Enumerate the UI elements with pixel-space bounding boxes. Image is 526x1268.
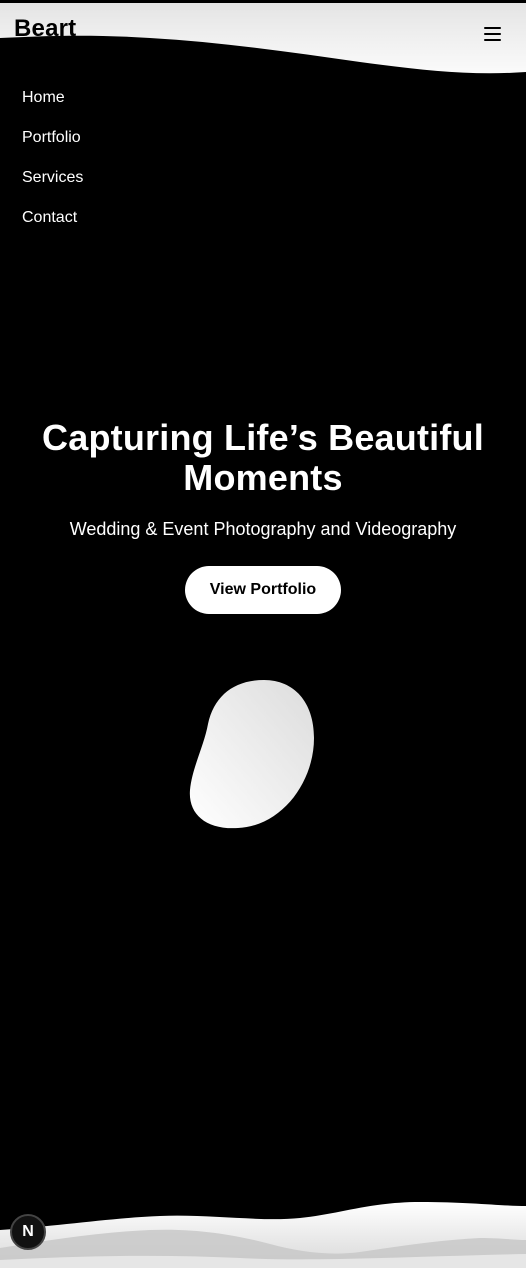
menu-line	[484, 39, 501, 41]
nav-menu: Home Portfolio Services Contact	[22, 86, 83, 246]
menu-line	[484, 33, 501, 35]
header-wave	[0, 0, 526, 74]
nav-item-home: Home	[22, 86, 83, 126]
nav-item-services: Services	[22, 166, 83, 206]
nav-link-services[interactable]: Services	[22, 166, 83, 190]
brand-logo[interactable]: Beart	[14, 14, 76, 38]
nav-link-portfolio[interactable]: Portfolio	[22, 126, 81, 150]
nav-item-portfolio: Portfolio	[22, 126, 83, 166]
hamburger-menu-icon[interactable]	[482, 25, 504, 45]
view-portfolio-button[interactable]: View Portfolio	[185, 566, 341, 614]
hero-section: Capturing Life’s Beautiful Moments Weddi…	[0, 418, 526, 614]
page: Beart Home Portfolio Services Contact Ca…	[0, 0, 526, 1268]
menu-line	[484, 27, 501, 29]
hero-title: Capturing Life’s Beautiful Moments	[42, 417, 484, 498]
footer-wave	[0, 1202, 526, 1268]
hero-subtitle: Wedding & Event Photography and Videogra…	[69, 519, 457, 539]
decorative-blob	[189, 680, 314, 829]
nav-link-contact[interactable]: Contact	[22, 206, 77, 230]
nav-link-home[interactable]: Home	[22, 86, 65, 110]
nextjs-logo-icon[interactable]: N	[10, 1214, 46, 1250]
nav-item-contact: Contact	[22, 206, 83, 246]
